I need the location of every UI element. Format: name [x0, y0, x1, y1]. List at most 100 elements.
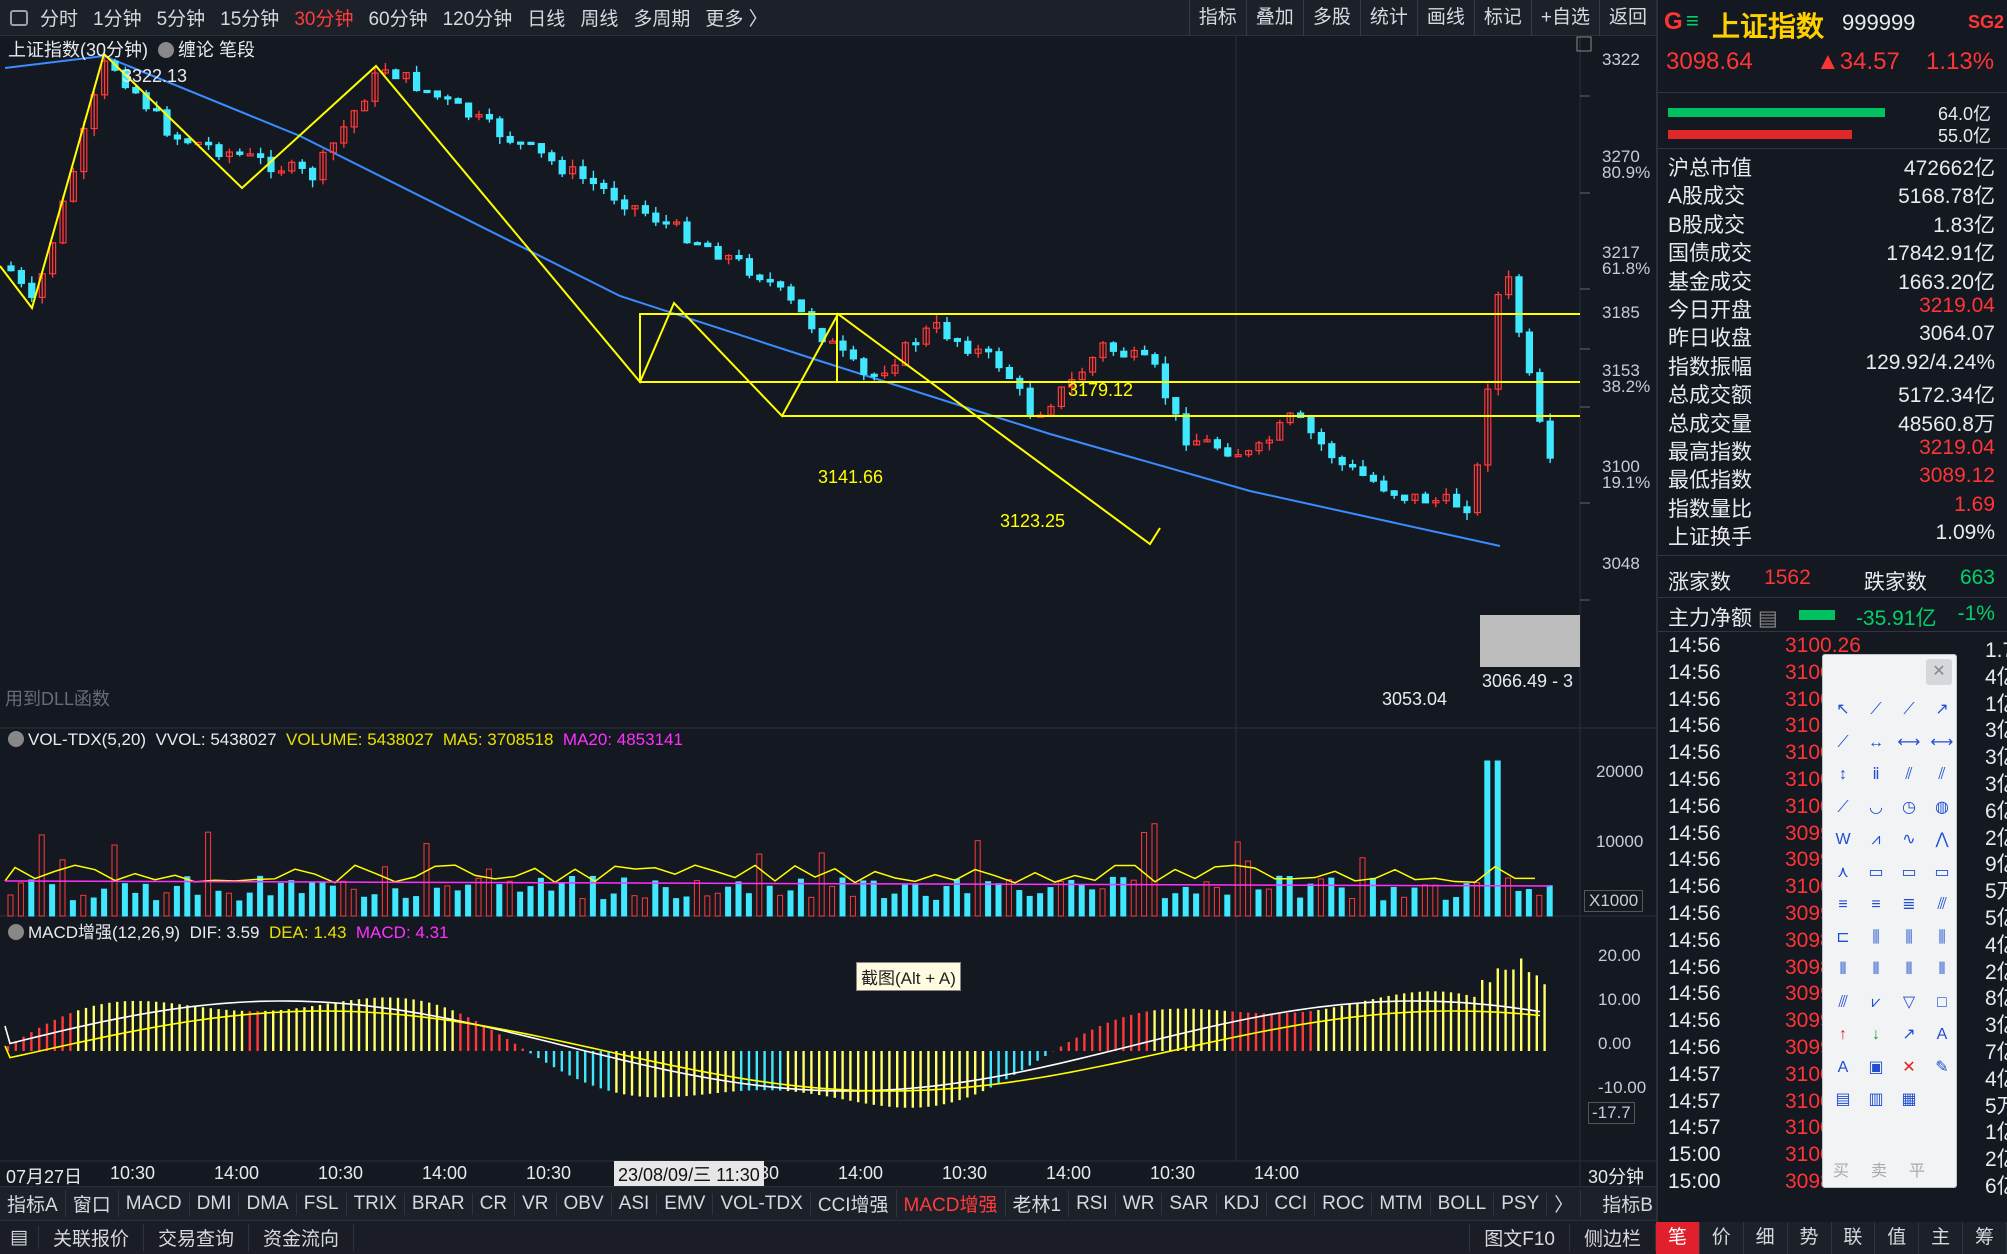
- draw-tool-icon[interactable]: ⦀: [1897, 959, 1921, 981]
- draw-tool-icon[interactable]: ▦: [1897, 1089, 1921, 1111]
- draw-tool-icon[interactable]: A: [1930, 1024, 1954, 1046]
- indicator-tab[interactable]: 〉: [1547, 1190, 1582, 1217]
- panel-tab[interactable]: 联: [1832, 1222, 1876, 1254]
- draw-tool-icon[interactable]: ≣: [1897, 894, 1921, 916]
- indicator-tab[interactable]: BOLL: [1431, 1192, 1495, 1215]
- status-sidebar[interactable]: 侧边栏: [1570, 1224, 1656, 1251]
- status-related-quote[interactable]: 关联报价: [39, 1224, 144, 1251]
- indicator-tab[interactable]: VOL-TDX: [713, 1192, 811, 1215]
- indicator-tab[interactable]: PSY: [1494, 1192, 1548, 1215]
- draw-tool-icon[interactable]: □: [1930, 992, 1954, 1014]
- draw-tool-icon[interactable]: ⦀: [1831, 959, 1855, 981]
- indicator-tab[interactable]: DMA: [239, 1192, 297, 1215]
- panel-tab[interactable]: 主: [1919, 1222, 1964, 1254]
- draw-tool-icon[interactable]: ⋀: [1930, 829, 1954, 851]
- indicator-tab[interactable]: EMV: [657, 1192, 714, 1215]
- draw-tool-icon[interactable]: ▽: [1897, 992, 1921, 1014]
- draw-tool-icon[interactable]: ✎: [1930, 1057, 1954, 1079]
- draw-tool-icon[interactable]: ⟋: [1864, 699, 1888, 721]
- draw-tool-icon[interactable]: ◡: [1864, 797, 1888, 819]
- period-tab[interactable]: 日线: [527, 4, 565, 31]
- draw-tool-icon[interactable]: ⫻: [1831, 992, 1855, 1014]
- draw-tool-icon[interactable]: ▭: [1864, 862, 1888, 884]
- draw-tool-icon[interactable]: ⫻: [1930, 894, 1954, 916]
- draw-tool-icon[interactable]: ≡: [1831, 894, 1855, 916]
- period-tab[interactable]: 周线: [580, 4, 618, 31]
- draw-tool-icon[interactable]: ⦀: [1864, 959, 1888, 981]
- draw-tool-icon[interactable]: ∿: [1897, 829, 1921, 851]
- chart-settings-icon[interactable]: [1576, 36, 1592, 52]
- draw-tool-icon[interactable]: ↖: [1831, 699, 1855, 721]
- toolbar-button[interactable]: 多股: [1302, 0, 1360, 36]
- draw-tool-icon[interactable]: ⫽: [1897, 764, 1921, 786]
- draw-tool-icon[interactable]: ⦀: [1930, 959, 1954, 981]
- period-tab[interactable]: 120分钟: [443, 4, 513, 31]
- dropdown-icon[interactable]: [8, 924, 24, 940]
- status-f10[interactable]: 图文F10: [1469, 1224, 1570, 1251]
- indicator-right-button[interactable]: 指标B: [1595, 1190, 1661, 1217]
- panel-tab[interactable]: 细: [1744, 1222, 1788, 1254]
- chanlun-label[interactable]: 缠论 笔段: [158, 36, 255, 62]
- draw-tool-icon[interactable]: ✕: [1897, 1057, 1921, 1079]
- indicator-tab[interactable]: FSL: [297, 1192, 347, 1215]
- indicator-tab[interactable]: RSI: [1069, 1192, 1116, 1215]
- indicator-tab[interactable]: KDJ: [1217, 1192, 1268, 1215]
- draw-tool-icon[interactable]: ⫼: [1930, 927, 1954, 949]
- toolbar-button[interactable]: 画线: [1416, 0, 1474, 36]
- period-tab[interactable]: 更多 〉: [705, 4, 767, 31]
- draw-tool-icon[interactable]: ↓: [1864, 1024, 1888, 1046]
- period-tab[interactable]: 30分钟: [294, 4, 353, 31]
- toolbar-button[interactable]: 返回: [1598, 0, 1656, 36]
- indicator-tab[interactable]: TRIX: [347, 1192, 405, 1215]
- status-fund-flow[interactable]: 资金流向: [249, 1224, 354, 1251]
- status-trade-query[interactable]: 交易查询: [144, 1224, 249, 1251]
- kline-chart[interactable]: [0, 36, 1656, 1186]
- indicator-tab[interactable]: CR: [473, 1192, 516, 1215]
- draw-tool-icon[interactable]: ↔: [1864, 732, 1888, 754]
- draw-tool-icon[interactable]: ≡: [1864, 894, 1888, 916]
- doc-icon[interactable]: ▤: [1758, 607, 1778, 630]
- draw-tool-icon[interactable]: ◷: [1897, 797, 1921, 819]
- period-tab[interactable]: 分时: [40, 4, 78, 31]
- draw-tool-icon[interactable]: ⫽: [1930, 764, 1954, 786]
- toolbar-button[interactable]: +自选: [1530, 0, 1599, 36]
- toolbar-button[interactable]: 统计: [1359, 0, 1417, 36]
- indicator-tab[interactable]: MACD: [119, 1192, 190, 1215]
- menu-icon[interactable]: ▤: [0, 1226, 39, 1249]
- toolbar-button[interactable]: 指标: [1188, 0, 1246, 36]
- draw-tool-icon[interactable]: ⟷: [1897, 732, 1921, 754]
- panel-tab[interactable]: 值: [1875, 1222, 1920, 1254]
- draw-tool-icon[interactable]: ↕: [1831, 764, 1855, 786]
- draw-tool-icon[interactable]: ⩘: [1864, 829, 1888, 851]
- indicator-tab[interactable]: MTM: [1372, 1192, 1431, 1215]
- draw-tool-icon[interactable]: ▤: [1831, 1089, 1855, 1111]
- indicator-tab[interactable]: 窗口: [66, 1190, 119, 1217]
- draw-tool-icon[interactable]: ◍: [1930, 797, 1954, 819]
- sell-mark[interactable]: 卖: [1871, 1157, 1887, 1181]
- period-tab[interactable]: 1分钟: [93, 4, 142, 31]
- indicator-tab[interactable]: CCI: [1267, 1192, 1316, 1215]
- draw-tool-icon[interactable]: ⟋: [1897, 699, 1921, 721]
- indicator-tab[interactable]: 指标A: [0, 1190, 66, 1217]
- indicator-tab[interactable]: SAR: [1162, 1192, 1217, 1215]
- draw-tool-icon[interactable]: ↗: [1897, 1024, 1921, 1046]
- draw-tool-icon[interactable]: ⊏: [1831, 927, 1855, 949]
- indicator-tab[interactable]: OBV: [557, 1192, 612, 1215]
- close-icon[interactable]: ✕: [1926, 659, 1952, 685]
- flat-mark[interactable]: 平: [1909, 1157, 1925, 1181]
- draw-tool-icon[interactable]: ▣: [1864, 1057, 1888, 1079]
- indicator-tab[interactable]: MACD增强: [897, 1190, 1006, 1217]
- period-tab[interactable]: 5分钟: [157, 4, 206, 31]
- window-icon[interactable]: [10, 9, 28, 26]
- indicator-tab[interactable]: ASI: [612, 1192, 658, 1215]
- draw-tool-icon[interactable]: ▭: [1897, 862, 1921, 884]
- indicator-tab[interactable]: BRAR: [405, 1192, 473, 1215]
- draw-tool-icon[interactable]: ⟋: [1831, 797, 1855, 819]
- draw-tool-icon[interactable]: ⟋: [1831, 732, 1855, 754]
- draw-tool-icon[interactable]: ↑: [1831, 1024, 1855, 1046]
- list-icon[interactable]: ≡: [1686, 8, 1699, 34]
- draw-tool-icon[interactable]: ⩗: [1864, 992, 1888, 1014]
- panel-tab[interactable]: 筹: [1963, 1222, 2007, 1254]
- draw-tool-icon[interactable]: ▥: [1864, 1089, 1888, 1111]
- panel-tab[interactable]: 价: [1700, 1222, 1744, 1254]
